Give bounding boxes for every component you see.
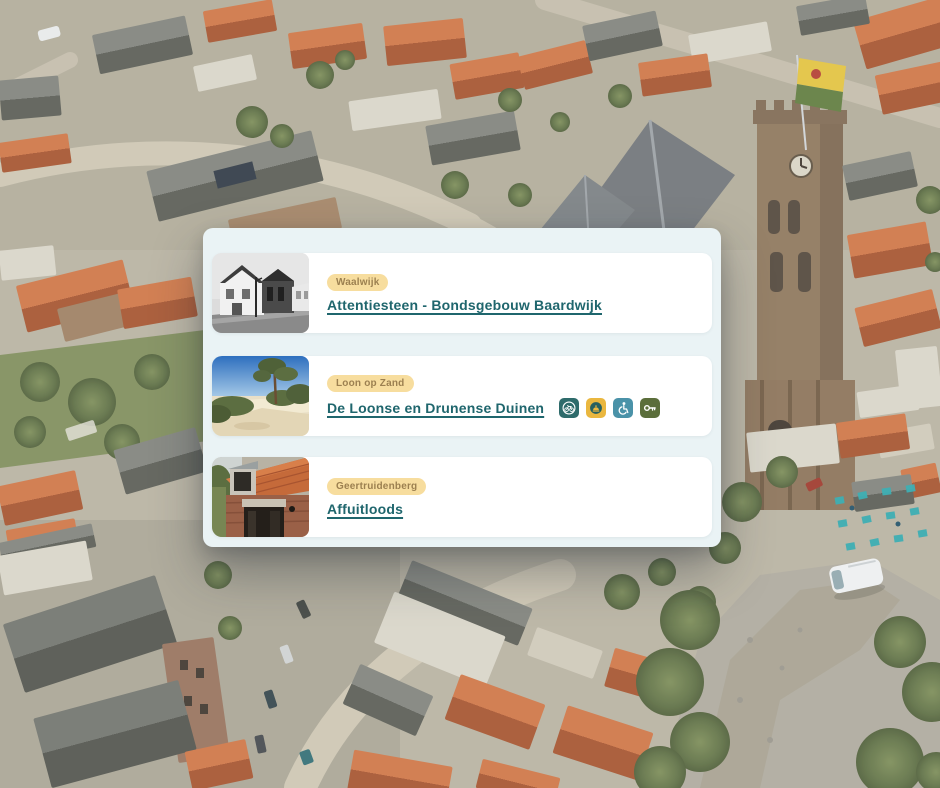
location-thumbnail[interactable] — [212, 253, 309, 333]
bw-building-photo — [212, 253, 309, 333]
municipality-badge: Waalwijk — [327, 274, 388, 291]
location-thumbnail[interactable] — [212, 356, 309, 436]
municipality-badge: Geertruidenberg — [327, 478, 426, 495]
cycling-icon — [559, 398, 579, 418]
location-card: Waalwijk Attentiesteen - Bondsgebouw Baa… — [212, 253, 712, 333]
key-access-icon — [640, 398, 660, 418]
location-thumbnail[interactable] — [212, 457, 309, 537]
location-link[interactable]: Affuitloods — [327, 501, 403, 517]
wheelchair-accessible-icon — [613, 398, 633, 418]
location-card: Geertruidenberg Affuitloods — [212, 457, 712, 537]
food-drink-icon — [586, 398, 606, 418]
screenshot-root: Waalwijk Attentiesteen - Bondsgebouw Baa… — [0, 0, 940, 788]
municipality-badge: Loon op Zand — [327, 375, 414, 392]
location-card: Loon op Zand De Loonse en Drunense Duine… — [212, 356, 712, 436]
location-link[interactable]: De Loonse en Drunense Duinen — [327, 400, 544, 416]
brick-building-photo — [212, 457, 309, 537]
amenity-icons — [559, 398, 660, 418]
locations-panel: Waalwijk Attentiesteen - Bondsgebouw Baa… — [203, 228, 721, 547]
dunes-photo — [212, 356, 309, 436]
location-link[interactable]: Attentiesteen - Bondsgebouw Baardwijk — [327, 297, 602, 313]
